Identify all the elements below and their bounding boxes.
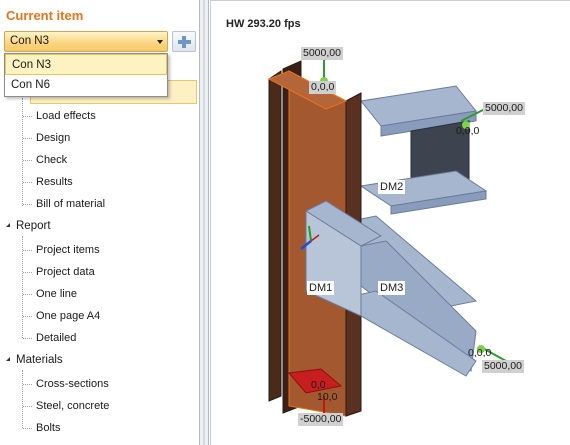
tree-connector bbox=[23, 204, 32, 205]
dropdown-option-con-n6[interactable]: Con N6 bbox=[5, 75, 167, 96]
tree-item-design[interactable]: Design bbox=[36, 132, 70, 144]
combo-value: Con N3 bbox=[10, 35, 49, 47]
load-value-dm2: 5000,00 bbox=[483, 102, 525, 115]
tree-item-detailed[interactable]: Detailed bbox=[36, 332, 76, 344]
current-item-combo[interactable]: Con N3 bbox=[4, 31, 168, 52]
tree-connector bbox=[23, 250, 32, 251]
tree-connector bbox=[22, 370, 23, 428]
tree-item-steel-concrete[interactable]: Steel, concrete bbox=[36, 400, 109, 412]
tree-group-materials[interactable]: Materials bbox=[16, 354, 63, 366]
tree-connector bbox=[23, 384, 32, 385]
tree-connector bbox=[23, 406, 32, 407]
load-value-dm3: 5000,00 bbox=[482, 360, 524, 373]
fps-counter: HW 293.20 fps bbox=[226, 18, 301, 30]
tree-connector bbox=[22, 236, 23, 338]
add-connection-button[interactable] bbox=[172, 31, 196, 52]
tree-item-one-page-a4[interactable]: One page A4 bbox=[36, 310, 100, 322]
origin-value-dm3: 0,0,0 bbox=[468, 347, 492, 359]
tree-item-load-effects[interactable]: Load effects bbox=[36, 110, 96, 122]
origin-value-top: 0,0,0 bbox=[309, 81, 337, 94]
member-label-dm2[interactable]: DM2 bbox=[378, 180, 406, 194]
tree-connector bbox=[23, 116, 32, 117]
tree-item-check[interactable]: Check bbox=[36, 154, 67, 166]
expand-arrow-icon[interactable] bbox=[2, 357, 10, 361]
member-label-dm3[interactable]: DM3 bbox=[378, 281, 406, 295]
tree-connector bbox=[22, 98, 23, 206]
tree-group-report[interactable]: Report bbox=[16, 220, 51, 232]
tree-connector bbox=[23, 428, 32, 429]
member-label-dm1[interactable]: DM1 bbox=[307, 281, 335, 295]
origin-value-bottom-2: 10,0 bbox=[317, 391, 338, 403]
tree-connector bbox=[23, 182, 32, 183]
tree-item-bill-of-material[interactable]: Bill of material bbox=[36, 198, 105, 210]
load-value-bottom: -5000,00 bbox=[298, 413, 344, 426]
tree-item-cross-sections[interactable]: Cross-sections bbox=[36, 378, 109, 390]
current-item-panel: Current item Con N3 Load effects Design … bbox=[0, 0, 200, 445]
tree-connector bbox=[23, 160, 32, 161]
3d-viewport[interactable]: HW 293.20 fps DM2 DM1 DM3 5000,00 0,0,0 … bbox=[210, 0, 570, 445]
tree-item-project-items[interactable]: Project items bbox=[36, 244, 100, 256]
plus-icon-vertical bbox=[182, 36, 186, 48]
tree-connector bbox=[23, 138, 32, 139]
tree-item-bolts[interactable]: Bolts bbox=[36, 422, 60, 434]
load-value-top: 5000,00 bbox=[301, 47, 343, 60]
dropdown-option-con-n3[interactable]: Con N3 bbox=[5, 54, 167, 75]
connection-3d-model[interactable] bbox=[211, 1, 570, 445]
panel-splitter[interactable] bbox=[199, 0, 209, 445]
current-item-dropdown-list: Con N3 Con N6 bbox=[4, 53, 168, 97]
chevron-down-icon[interactable] bbox=[157, 40, 163, 44]
tree-item-one-line[interactable]: One line bbox=[36, 288, 77, 300]
origin-value-dm2: 0,0,0 bbox=[456, 125, 480, 137]
current-item-title: Current item bbox=[6, 8, 84, 23]
expand-arrow-icon[interactable] bbox=[2, 223, 10, 227]
splitter-grip bbox=[203, 0, 205, 445]
beam-dm2[interactable] bbox=[359, 85, 488, 215]
tree-connector bbox=[23, 338, 32, 339]
tree-connector bbox=[23, 272, 32, 273]
tree-connector bbox=[23, 316, 32, 317]
tree-connector bbox=[23, 294, 32, 295]
tree-item-results[interactable]: Results bbox=[36, 176, 73, 188]
tree-item-project-data[interactable]: Project data bbox=[36, 266, 95, 278]
